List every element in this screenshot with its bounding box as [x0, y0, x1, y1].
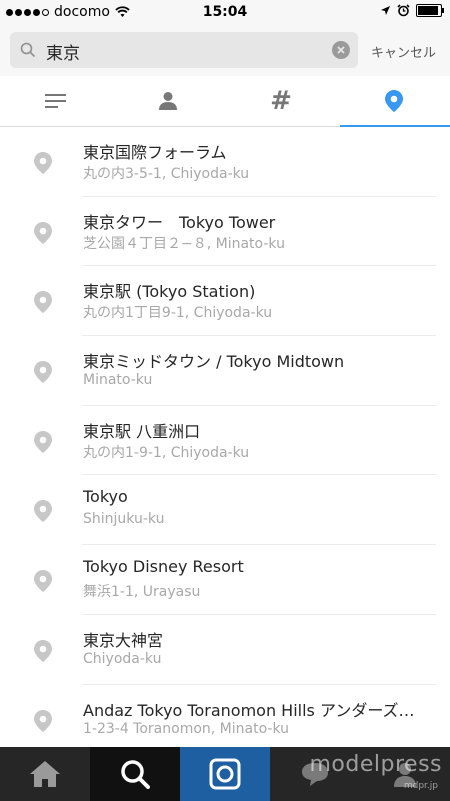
home-icon: [30, 761, 60, 787]
watermark-brand: modelpress: [309, 752, 442, 777]
place-address: 丸の内1丁目9-1, Chiyoda-ku: [83, 305, 273, 322]
list-item[interactable]: 東京駅 八重洲口 丸の内1-9-1, Chiyoda-ku: [0, 406, 450, 476]
place-address: 丸の内3-5-1, Chiyoda-ku: [83, 166, 250, 182]
list-icon: [45, 94, 66, 108]
alarm-icon: [397, 4, 410, 17]
watermark-url: mdpr.jp: [403, 781, 438, 791]
search-filter-tabs: #: [0, 76, 450, 127]
place-name: Tokyo Disney Resort: [83, 557, 244, 577]
close-icon: [337, 46, 345, 54]
list-item[interactable]: Tokyo Shinjuku-ku: [0, 475, 450, 545]
search-input[interactable]: 東京: [10, 32, 358, 68]
list-item[interactable]: 東京大神宮 Chiyoda-ku: [0, 615, 450, 685]
tab-people[interactable]: [112, 76, 224, 126]
nav-home[interactable]: [0, 747, 90, 801]
location-pin-icon: [34, 430, 52, 453]
status-bar: docomo 15:04: [0, 0, 450, 26]
list-item[interactable]: 東京タワー Tokyo Tower 芝公園４丁目２−８, Minato-ku: [0, 197, 450, 267]
location-pin-icon: [34, 570, 52, 593]
location-arrow-icon: [381, 6, 390, 15]
person-icon: [159, 92, 177, 110]
place-name: 東京駅 (Tokyo Station): [83, 282, 256, 302]
location-pin-icon: [34, 709, 52, 732]
battery-icon: [416, 4, 444, 17]
place-name: 東京国際フォーラム: [83, 143, 227, 162]
place-name: Andaz Tokyo Toranomon Hills アンダーズ…: [83, 700, 415, 720]
clear-search-button[interactable]: [332, 41, 350, 59]
place-name: Tokyo: [83, 487, 128, 507]
location-pin-icon: [34, 639, 52, 662]
location-pin-icon: [34, 500, 52, 523]
search-bar: 東京 キャンセル: [0, 26, 450, 76]
battery-level: [418, 6, 438, 15]
place-name: 東京タワー Tokyo Tower: [83, 212, 276, 232]
place-address: 舞浜1-1, Urayasu: [83, 584, 201, 601]
hashtag-icon: #: [270, 86, 292, 116]
tab-places[interactable]: [338, 76, 450, 127]
nav-camera[interactable]: [180, 747, 270, 801]
place-name: 東京大神宮: [83, 630, 164, 650]
nav-search[interactable]: [90, 747, 180, 801]
tab-tags[interactable]: #: [225, 76, 337, 126]
tab-top[interactable]: [0, 76, 112, 126]
location-pin-icon: [385, 90, 403, 112]
place-address: 丸の内1-9-1, Chiyoda-ku: [83, 444, 250, 461]
list-item[interactable]: 東京駅 (Tokyo Station) 丸の内1丁目9-1, Chiyoda-k…: [0, 266, 450, 336]
place-address: 芝公園４丁目２−８, Minato-ku: [83, 235, 285, 252]
location-pin-icon: [34, 152, 52, 174]
place-name: 東京駅 八重洲口: [83, 421, 201, 441]
location-pin-icon: [34, 361, 52, 384]
list-item[interactable]: 東京ミッドタウン / Tokyo Midtown Minato-ku: [0, 336, 450, 406]
status-right: [380, 4, 444, 17]
list-item[interactable]: Andaz Tokyo Toranomon Hills アンダーズ… 1-23-…: [0, 685, 450, 755]
list-item[interactable]: Tokyo Disney Resort 舞浜1-1, Urayasu: [0, 545, 450, 615]
location-pin-icon: [34, 291, 52, 314]
place-results-list: 東京国際フォーラム 丸の内3-5-1, Chiyoda-ku 東京タワー Tok…: [0, 127, 450, 754]
camera-icon: [209, 758, 241, 790]
location-pin-icon: [34, 221, 52, 244]
search-query[interactable]: 東京: [46, 39, 80, 64]
search-icon: [121, 760, 150, 789]
list-item[interactable]: 東京国際フォーラム 丸の内3-5-1, Chiyoda-ku: [0, 127, 450, 197]
search-icon: [20, 42, 36, 58]
place-address: 1-23-4 Toranomon, Minato-ku: [83, 720, 290, 737]
place-address: Chiyoda-ku: [83, 650, 162, 667]
place-address: Shinjuku-ku: [83, 511, 165, 528]
place-address: Minato-ku: [83, 372, 153, 389]
place-name: 東京ミッドタウン / Tokyo Midtown: [83, 352, 345, 372]
cancel-button[interactable]: キャンセル: [371, 42, 436, 61]
